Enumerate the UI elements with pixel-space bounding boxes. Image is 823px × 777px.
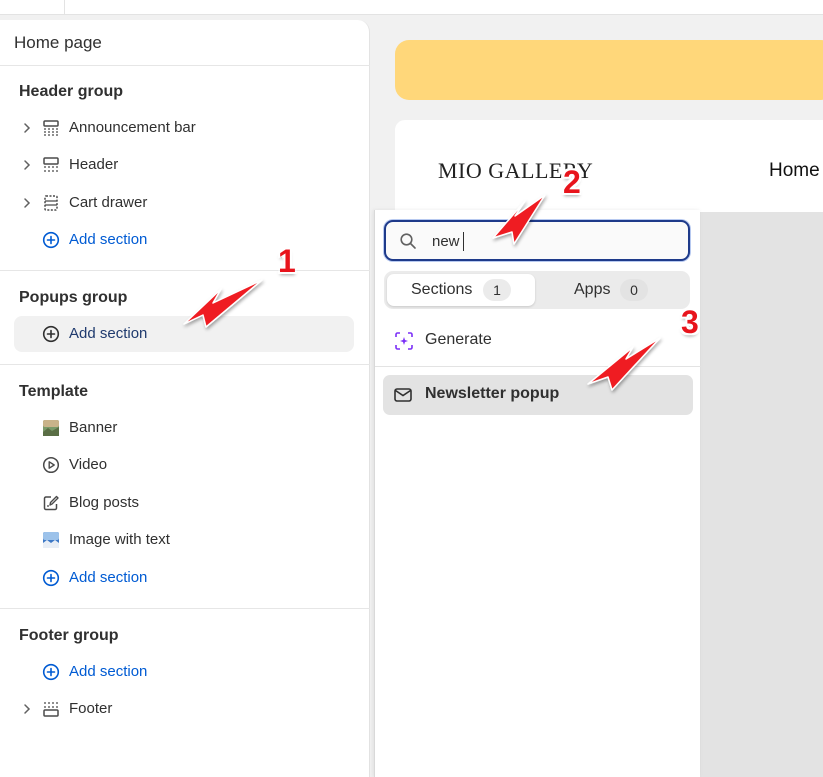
section-header[interactable]: Header xyxy=(14,147,354,183)
generate-label: Generate xyxy=(425,331,492,348)
annotation-number-1: 1 xyxy=(278,243,296,279)
chevron-right-icon[interactable] xyxy=(20,157,34,173)
preview-store-header: MIO GALLERY Home xyxy=(395,120,823,212)
result-newsletter-popup[interactable]: Newsletter popup xyxy=(383,375,693,415)
divider xyxy=(0,65,370,66)
add-section-popover: new Sections 1 Apps 0 Generate Newslette… xyxy=(374,210,701,777)
tab-count-badge: 0 xyxy=(620,279,648,301)
top-toolbar-strip xyxy=(0,0,823,15)
section-image-with-text[interactable]: Image with text xyxy=(14,522,354,558)
divider xyxy=(375,366,701,367)
divider xyxy=(0,608,370,609)
tab-sections[interactable]: Sections 1 xyxy=(387,274,535,306)
plus-circle-icon xyxy=(42,325,60,343)
section-label: Image with text xyxy=(69,531,170,548)
add-section-button[interactable]: Add section xyxy=(14,222,354,258)
section-label: Cart drawer xyxy=(69,194,148,211)
add-section-label: Add section xyxy=(69,325,148,342)
plus-circle-icon xyxy=(42,231,60,249)
add-section-button[interactable]: Add section xyxy=(14,654,354,690)
preview-announcement-banner xyxy=(395,40,823,100)
generate-button[interactable]: Generate xyxy=(384,324,690,358)
plus-circle-icon xyxy=(42,663,60,681)
announcement-bar-icon xyxy=(43,120,59,136)
group-title-header: Header group xyxy=(19,83,124,100)
image-thumbnail-icon xyxy=(43,420,59,436)
tab-apps[interactable]: Apps 0 xyxy=(539,274,687,306)
annotation-number-3: 3 xyxy=(681,304,699,340)
nav-link-home[interactable]: Home xyxy=(769,160,820,182)
footer-icon xyxy=(43,702,59,717)
tab-count-badge: 1 xyxy=(483,279,511,301)
section-search-field[interactable]: new xyxy=(384,220,690,261)
section-label: Banner xyxy=(69,419,118,436)
add-section-button[interactable]: Add section xyxy=(14,316,354,352)
add-section-label: Add section xyxy=(69,569,148,586)
divider xyxy=(0,270,370,271)
play-icon xyxy=(42,456,60,474)
section-banner[interactable]: Banner xyxy=(14,410,354,446)
tab-label: Apps xyxy=(574,281,611,298)
header-icon xyxy=(43,157,59,172)
preview-canvas-area xyxy=(700,212,823,777)
divider xyxy=(0,364,370,365)
section-announcement-bar[interactable]: Announcement bar xyxy=(14,110,354,146)
section-video[interactable]: Video xyxy=(14,447,354,483)
result-label: Newsletter popup xyxy=(425,385,560,402)
edit-icon xyxy=(43,495,59,511)
section-tabs: Sections 1 Apps 0 xyxy=(384,271,690,309)
section-blog-posts[interactable]: Blog posts xyxy=(14,485,354,521)
section-label: Announcement bar xyxy=(69,119,196,136)
section-label: Video xyxy=(69,456,108,473)
chevron-right-icon[interactable] xyxy=(20,195,34,211)
tab-label: Sections xyxy=(411,281,473,298)
plus-circle-icon xyxy=(42,569,60,587)
group-title-footer: Footer group xyxy=(19,627,119,644)
add-section-label: Add section xyxy=(69,231,148,248)
section-label: Header xyxy=(69,156,119,173)
section-cart-drawer[interactable]: Cart drawer xyxy=(14,185,354,221)
chevron-right-icon[interactable] xyxy=(20,120,34,136)
sections-sidebar: Home page Header group Announcement bar … xyxy=(0,20,370,777)
mail-icon xyxy=(394,388,412,402)
section-footer[interactable]: Footer xyxy=(14,691,354,727)
page-title: Home page xyxy=(14,33,102,52)
cart-drawer-icon xyxy=(44,195,58,211)
text-cursor xyxy=(463,232,464,251)
add-section-button[interactable]: Add section xyxy=(14,560,354,596)
annotation-number-2: 2 xyxy=(563,164,581,200)
group-title-template: Template xyxy=(19,383,89,400)
section-label: Footer xyxy=(69,700,113,717)
search-input-value[interactable]: new xyxy=(432,233,460,250)
search-icon xyxy=(400,233,416,249)
chevron-right-icon[interactable] xyxy=(20,701,34,717)
image-thumbnail-icon xyxy=(43,532,59,548)
sparkle-frame-icon xyxy=(395,332,413,350)
group-title-popups: Popups group xyxy=(19,289,128,306)
section-label: Blog posts xyxy=(69,494,140,511)
add-section-label: Add section xyxy=(69,663,148,680)
